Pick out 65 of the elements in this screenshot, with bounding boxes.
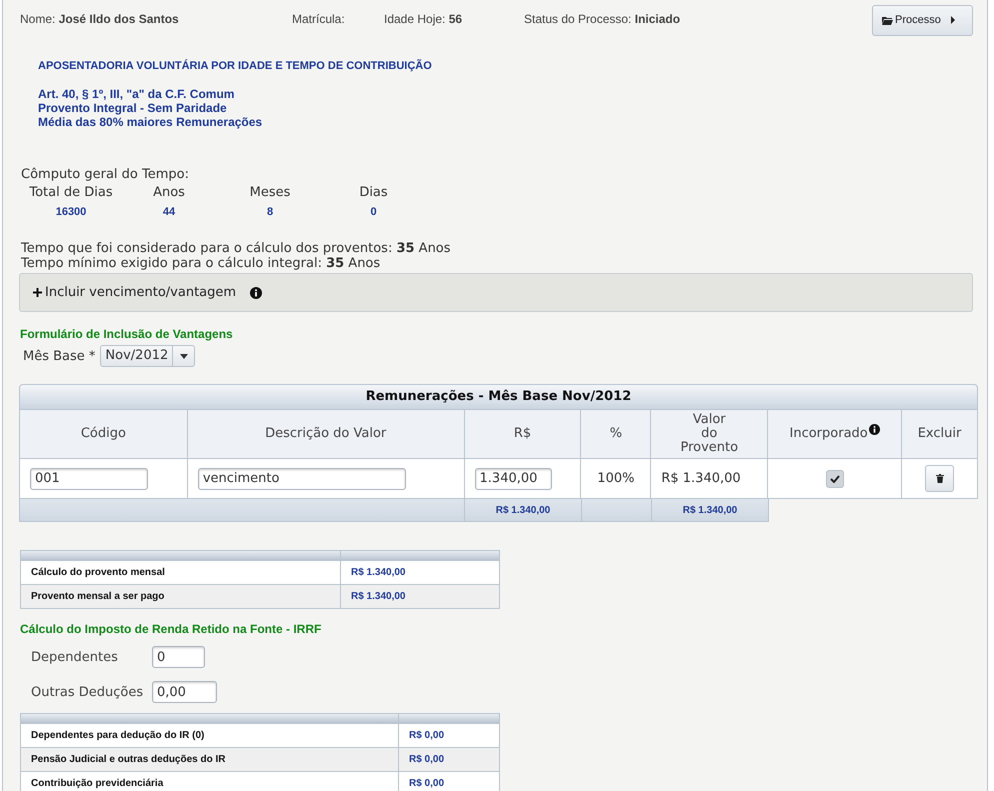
- column-header: %: [610, 427, 622, 441]
- process-button[interactable]: Processo: [872, 4, 973, 36]
- deduction-value: R$ 0,00: [409, 754, 444, 765]
- deduction-label: Dependentes para dedução do IR (0): [31, 730, 204, 741]
- process-status: Status do Processo: Iniciado: [524, 12, 682, 26]
- column-header: Valor do Provento: [680, 413, 738, 455]
- age-text: Idade Hoje: 56: [384, 12, 464, 26]
- time-label: Total de Dias: [29, 185, 113, 201]
- column-header: Incorporado: [790, 427, 868, 441]
- input-field[interactable]: 0,00: [152, 681, 217, 703]
- total-value: R$ 1.340,00: [682, 504, 738, 516]
- time-label: Anos: [153, 185, 185, 201]
- retirement-rule: Provento Integral - Sem Paridade: [38, 101, 228, 115]
- section-title: Cômputo geral do Tempo:: [21, 167, 190, 182]
- deduction-label: Contribuição previdenciária: [31, 778, 164, 789]
- caret-icon: [950, 16, 956, 24]
- time-value: 0: [370, 206, 377, 218]
- column-header: R$: [514, 427, 532, 441]
- total-value: R$ 1.340,00: [496, 504, 550, 516]
- column-header: Código: [80, 427, 126, 441]
- caret-icon: [180, 354, 188, 358]
- time-label: Dias: [359, 185, 388, 201]
- info-icon: [868, 424, 880, 434]
- deduction-value: R$ 0,00: [409, 778, 444, 789]
- field-label: Outras Deduções: [31, 684, 144, 700]
- folder-icon: [882, 16, 893, 24]
- description-field[interactable]: vencimento: [198, 468, 406, 490]
- employee-name: Nome: José Ildo dos Santos: [20, 12, 180, 26]
- retirement-rule: Média das 80% maiores Remunerações: [38, 115, 264, 129]
- summary-label: Provento mensal a ser pago: [31, 591, 164, 602]
- time-value: 16300: [56, 206, 86, 218]
- time-note: Tempo mínimo exigido para o cálculo integral: 35 Anos: [21, 256, 382, 271]
- delete-button[interactable]: [925, 465, 954, 492]
- plus-icon: [33, 288, 42, 297]
- column-header: Excluir: [918, 427, 962, 441]
- time-note: Tempo que foi considerado para o cálculo dos proventos: 35 Anos: [21, 241, 452, 256]
- retirement-rule: Art. 40, § 1º, III, "a" da C.F. Comum: [38, 87, 236, 101]
- month-select[interactable]: Nov/2012: [100, 345, 196, 367]
- table-title: Remunerações - Mês Base Nov/2012: [19, 384, 978, 410]
- summary-value: R$ 1.340,00: [351, 591, 406, 602]
- section-title: Cálculo do Imposto de Renda Retido na Fonte - IRRF: [20, 622, 322, 636]
- month-label: Mês Base *: [23, 348, 96, 364]
- summary-value: R$ 1.340,00: [351, 567, 406, 578]
- form-title: Formulário de Inclusão de Vantagens: [20, 327, 234, 341]
- column-header: Descrição do Valor: [265, 427, 386, 441]
- input-field[interactable]: 0: [152, 646, 205, 668]
- time-value: 44: [162, 206, 176, 218]
- trash-icon: [936, 474, 944, 483]
- percent-text: 100%: [597, 471, 634, 486]
- code-field[interactable]: 001: [30, 468, 148, 490]
- deduction-value: R$ 0,00: [409, 730, 444, 741]
- info-icon: [250, 286, 262, 298]
- retirement-type: APOSENTADORIA VOLUNTÁRIA POR IDADE E TEMPO DE CONTRIBUIÇÃO: [38, 60, 433, 72]
- summary-label: Cálculo do provento mensal: [31, 567, 165, 578]
- include-label: Incluir vencimento/vantagem: [45, 285, 236, 300]
- deduction-label: Pensão Judicial e outras deduções do IR: [31, 754, 226, 765]
- time-label: Meses: [250, 185, 290, 201]
- amount-text: R$ 1.340,00: [661, 471, 741, 486]
- incorporated-checkbox[interactable]: [826, 470, 844, 488]
- amount-field[interactable]: 1.340,00: [474, 468, 552, 490]
- field-label: Dependentes: [31, 650, 119, 664]
- checkmark-icon: [830, 474, 840, 482]
- registration-label: Matrícula:: [292, 12, 346, 26]
- time-value: 8: [266, 206, 274, 218]
- include-panel[interactable]: Incluir vencimento/vantagem: [19, 273, 973, 312]
